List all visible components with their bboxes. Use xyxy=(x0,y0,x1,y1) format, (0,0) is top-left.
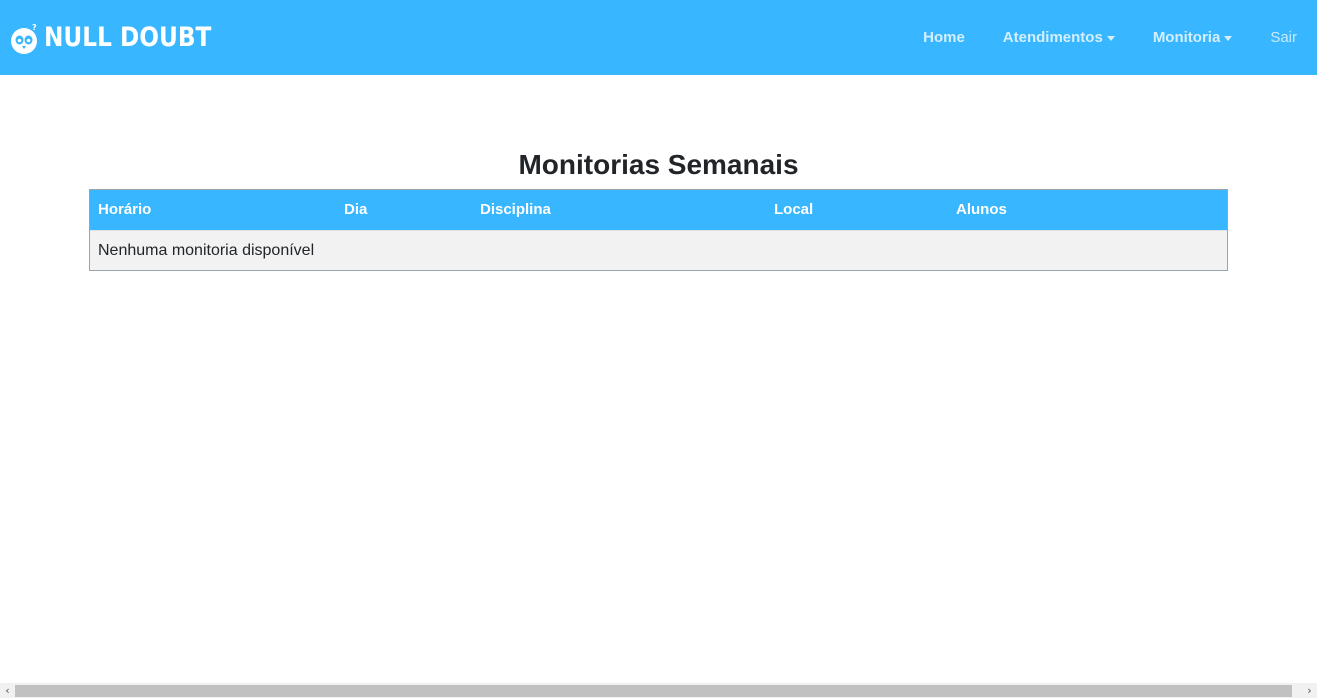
nav-monitoria-dropdown[interactable]: Monitoria xyxy=(1153,29,1233,46)
empty-table-message: Nenhuma monitoria disponível xyxy=(98,242,315,259)
column-header-horario: Horário xyxy=(98,201,152,218)
nav-menu: Home Atendimentos Monitoria Sair xyxy=(885,0,1297,75)
brand-link[interactable]: ? NULL DOUBT xyxy=(10,20,239,56)
nav-atendimentos-label: Atendimentos xyxy=(1002,29,1103,46)
scroll-right-arrow-icon[interactable]: › xyxy=(1302,683,1317,698)
scroll-left-arrow-icon[interactable]: ‹ xyxy=(0,683,15,698)
navbar: ? NULL DOUBT Home Atendimentos Monitoria… xyxy=(0,0,1317,75)
penguin-logo-icon: ? xyxy=(10,21,40,55)
column-header-dia: Dia xyxy=(344,201,368,218)
page-title: Monitorias Semanais xyxy=(518,149,799,180)
caret-down-icon xyxy=(1224,35,1233,41)
column-header-local: Local xyxy=(774,201,814,218)
column-header-disciplina: Disciplina xyxy=(480,201,551,218)
horizontal-scrollbar[interactable]: ‹ › xyxy=(0,683,1317,698)
svg-text:?: ? xyxy=(32,23,37,32)
scrollbar-thumb[interactable] xyxy=(15,685,1292,697)
nav-sair-label: Sair xyxy=(1270,29,1297,46)
nav-sair-link[interactable]: Sair xyxy=(1270,29,1297,46)
nav-home-link[interactable]: Home xyxy=(923,29,965,46)
nav-monitoria-label: Monitoria xyxy=(1152,29,1221,46)
column-header-alunos: Alunos xyxy=(956,201,1007,218)
table-header-row: Horário Dia Disciplina Local Alunos xyxy=(90,190,1227,230)
nav-atendimentos-dropdown[interactable]: Atendimentos xyxy=(1003,29,1115,46)
monitorias-table: Horário Dia Disciplina Local Alunos Nenh… xyxy=(89,189,1228,271)
table-row: Nenhuma monitoria disponível xyxy=(90,230,1227,270)
brand-name: NULL DOUBT xyxy=(44,22,212,53)
nav-home-label: Home xyxy=(923,29,965,46)
caret-down-icon xyxy=(1106,35,1115,41)
